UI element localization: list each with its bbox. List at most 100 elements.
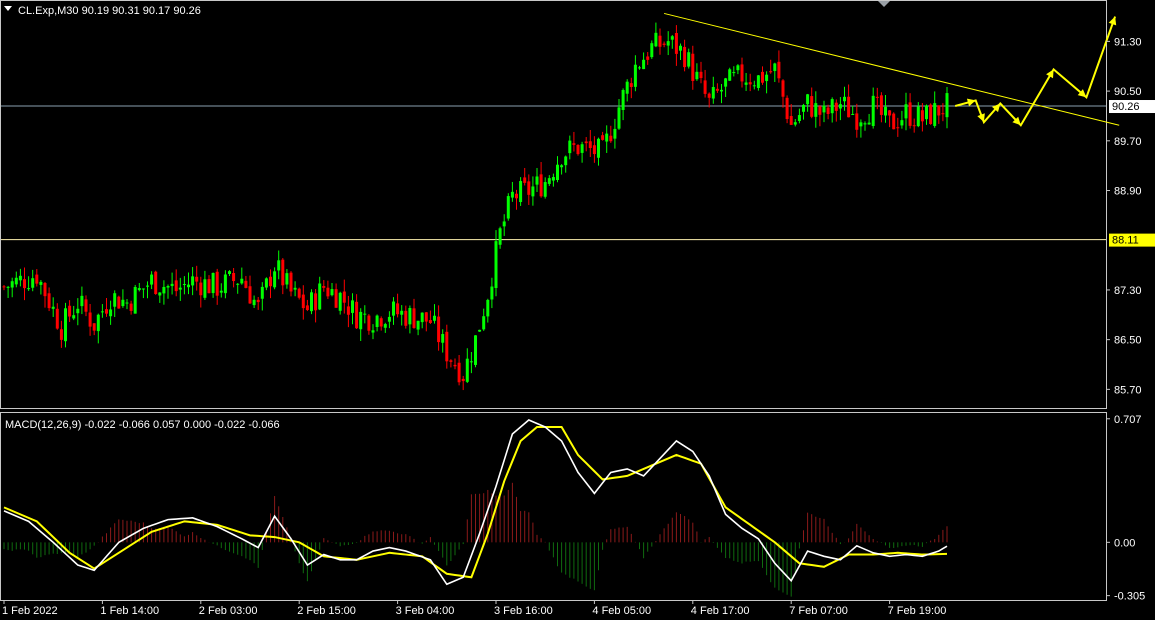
candle-bull [531,186,535,197]
candle-bear [908,102,912,126]
candle-bear [322,286,326,288]
candle-bear [326,287,330,297]
candle-bear [699,71,703,79]
candle-bull [31,278,35,288]
candle-bear [662,43,666,45]
candle-bull [375,315,379,327]
candle-bull [10,281,14,288]
candle-bear [314,293,318,311]
candle-bear [428,320,432,323]
candle-bull [650,43,654,58]
candle-bull [568,140,572,154]
candle-bear [888,110,892,116]
candle-bull [916,106,920,127]
trading-chart[interactable]: CL.Exp,M30 90.19 90.31 90.17 90.26 MACD(… [0,0,1155,620]
candle-bear [289,272,293,292]
candle-bull [510,191,514,198]
macd-pane-frame [0,412,1107,601]
candle-bull [863,123,867,125]
candle-bull [744,82,748,85]
candle-bear [847,96,851,118]
candle-bull [867,122,871,125]
candle-bull [580,144,584,153]
candle-bull [96,314,100,332]
price-tick: 89.70 [1114,136,1142,148]
candle-bull [387,316,391,322]
candle-bull [736,65,740,71]
candle-bear [59,329,63,340]
candle-bear [301,294,305,309]
candle-bull [617,107,621,129]
candle-bull [752,85,756,87]
candle-bull [121,299,125,307]
candle-bull [318,283,322,310]
candle-bull [564,156,568,166]
candle-bull [732,72,736,74]
candle-bear [826,107,830,114]
current-price-value: 90.26 [1112,101,1140,113]
candle-bull [904,104,908,119]
candle-bull [260,286,264,299]
candle-bear [691,53,695,81]
candle-bull [64,308,67,342]
candle-bull [158,292,162,296]
candle-bull [797,115,801,121]
candle-bull [363,313,367,315]
candle-bear [2,286,6,288]
candle-bull [150,274,154,285]
candle-bear [539,174,543,197]
candle-bear [92,323,96,331]
candle-bear [305,305,309,310]
candle-bull [900,120,904,126]
candle-bull [679,45,682,51]
time-tick: 1 Feb 2022 [2,605,58,617]
candle-bull [338,292,342,311]
candle-bull [141,288,145,290]
candle-bull [125,302,129,304]
candle-bull [400,310,404,315]
candle-bear [346,306,350,315]
candle-bull [666,41,670,46]
candle-bull [465,358,469,382]
candle-bull [223,274,227,294]
candle-bear [629,83,633,87]
level-price-value: 88.11 [1112,235,1139,247]
time-tick: 3 Feb 04:00 [396,605,455,617]
candle-bear [379,318,383,327]
candle-bear [35,274,39,284]
macd-label: MACD(12,26,9) -0.022 -0.066 0.057 0.000 … [5,419,280,431]
candle-bull [494,241,498,288]
candle-bear [367,315,371,331]
candle-bull [793,122,797,125]
candle-bear [703,80,707,94]
candle-bear [424,312,428,322]
candle-bear [412,308,416,328]
candle-bear [781,80,785,97]
candle-bull [211,272,215,294]
symbol-dropdown-icon[interactable] [4,6,12,11]
candle-bear [609,135,613,142]
candle-bear [154,271,158,294]
candle-bull [802,104,805,112]
price-axis: 91.30 90.50 89.70 88.90 87.30 86.50 85.7… [1114,36,1142,396]
candle-bear [207,279,211,294]
candle-bull [392,301,395,316]
candle-bull [945,93,949,118]
price-tick: 91.30 [1114,36,1142,48]
candle-bull [416,320,420,330]
candle-bull [621,90,625,110]
price-tick: 88.90 [1114,186,1142,198]
candle-bull [27,288,31,290]
candle-bear [912,125,916,127]
candle-bull [441,334,445,343]
candle-bear [879,95,883,115]
chart-shift-marker-icon[interactable] [878,1,890,7]
candle-bull [219,290,223,293]
candle-bull [178,287,182,290]
candle-bull [605,133,609,142]
candle-bull [756,75,760,88]
candle-bull [695,71,699,80]
candle-bull [884,106,887,116]
candle-bear [937,105,941,116]
price-pane-frame [0,0,1107,409]
